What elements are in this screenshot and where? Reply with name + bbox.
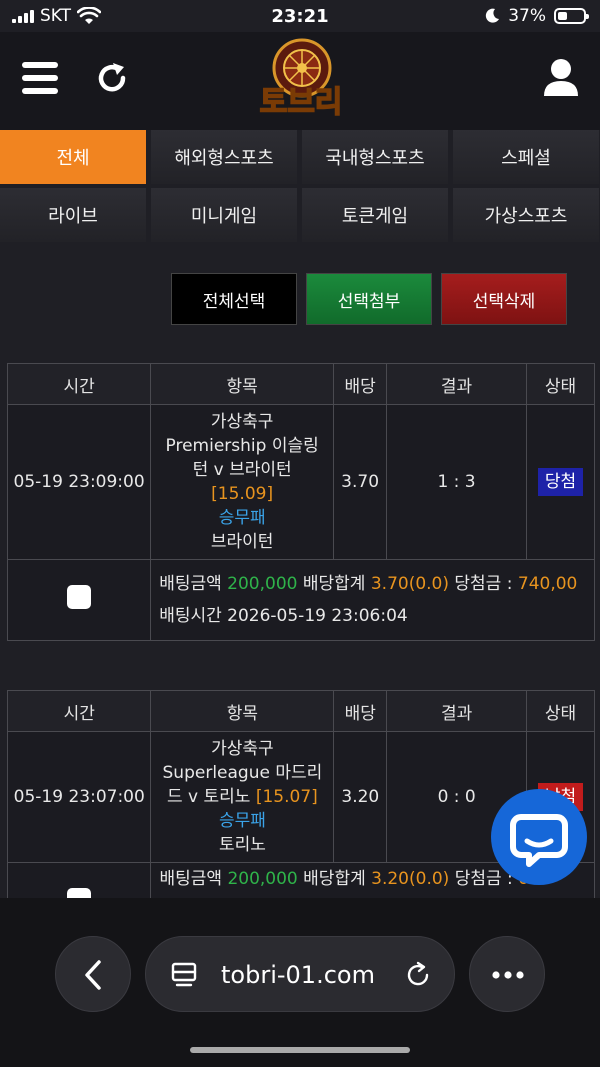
header-status: 상태: [526, 690, 595, 732]
page-menu-icon: [171, 962, 197, 987]
bet-amount: 200,000: [227, 574, 298, 594]
header-item: 항목: [150, 690, 335, 732]
site-logo[interactable]: 토브리: [242, 38, 360, 120]
tab-all[interactable]: 전체: [0, 130, 146, 184]
total-odds: 3.70(0.0): [370, 574, 449, 594]
total-odds: 3.20(0.0): [371, 869, 450, 889]
battery-percent: 37%: [508, 6, 546, 26]
round-number: [15.09]: [211, 484, 274, 504]
win-amount-label: 당첨금 :: [454, 574, 513, 594]
ellipsis-icon: [492, 971, 524, 979]
header-status: 상태: [525, 363, 596, 405]
battery-icon: [554, 8, 589, 24]
tab-virtual-sports[interactable]: 가상스포츠: [453, 188, 599, 242]
market-name: 승무패: [218, 508, 266, 528]
bet-item: 가상축구 Superleague 마드리 드 v 토리노 [15.07] 승무패…: [150, 731, 335, 863]
round-number: [15.07]: [255, 787, 318, 807]
tab-token-game[interactable]: 토큰게임: [302, 188, 448, 242]
header-result: 결과: [386, 690, 528, 732]
header-time: 시간: [6, 363, 152, 405]
header-item: 항목: [150, 363, 335, 405]
total-odds-label: 배당합계: [303, 869, 366, 889]
chat-button[interactable]: [491, 789, 587, 885]
more-button[interactable]: [469, 936, 545, 1012]
tab-overseas-sports[interactable]: 해외형스포츠: [151, 130, 297, 184]
pick-name: 토리노: [218, 835, 266, 855]
tab-domestic-sports[interactable]: 국내형스포츠: [302, 130, 448, 184]
moon-icon: [486, 8, 500, 23]
bet-select-cell: [6, 559, 152, 641]
delete-selected-button[interactable]: 선택삭제: [441, 273, 567, 325]
chevron-left-icon: [85, 960, 101, 990]
tab-minigame[interactable]: 미니게임: [151, 188, 297, 242]
pick-name: 브라이턴: [210, 532, 274, 552]
total-odds-label: 배당합계: [302, 574, 366, 594]
bet-checkbox[interactable]: [67, 584, 92, 609]
status-badge: 당첨: [537, 468, 584, 496]
bet-amount-label: 배팅금액: [159, 574, 222, 594]
bet-table: 시간 항목 배당 결과 상태 05-19 23:09:00 가상축구 Premi…: [6, 363, 596, 641]
match-line-1: Premiership 이슬링: [165, 436, 319, 456]
chat-bubble-icon: [510, 814, 568, 867]
header-odds: 배당: [333, 690, 388, 732]
header-result: 결과: [386, 363, 527, 405]
user-icon[interactable]: [544, 58, 578, 98]
reload-icon[interactable]: [404, 961, 432, 989]
bet-info: 배팅금액 200,000 배당합계 3.70(0.0) 당첨금 : 740,00…: [150, 559, 595, 641]
bet-time-label: 배팅시간: [159, 606, 222, 626]
sport-name: 가상축구: [211, 739, 274, 759]
bet-status: 당첨: [525, 404, 596, 560]
attach-selected-button[interactable]: 선택첨부: [306, 273, 432, 325]
market-name: 승무패: [218, 811, 266, 831]
sport-name: 가상축구: [210, 412, 274, 432]
address-bar[interactable]: tobri-01.com: [145, 936, 455, 1012]
site-header: 토브리: [0, 32, 600, 130]
match-line-2: 턴 v 브라이턴: [192, 460, 292, 480]
bet-placed-time: 2026-05-19 23:06:04: [227, 606, 408, 626]
status-bar: SKT 23:21 37%: [0, 0, 600, 32]
bet-amount-label: 배팅금액: [159, 869, 223, 889]
win-amount: 740,00: [517, 574, 578, 594]
bet-result: 1 : 3: [386, 404, 527, 560]
tab-special[interactable]: 스페셜: [453, 130, 599, 184]
svg-text:토브리: 토브리: [260, 85, 343, 120]
bet-time: 05-19 23:09:00: [6, 404, 152, 560]
match-line-1: Superleague 마드리: [162, 763, 323, 783]
header-odds: 배당: [333, 363, 388, 405]
back-button[interactable]: [55, 936, 131, 1012]
bet-item: 가상축구 Premiership 이슬링 턴 v 브라이턴 [15.09] 승무…: [150, 404, 335, 560]
bet-odds: 3.70: [333, 404, 388, 560]
header-time: 시간: [6, 690, 152, 732]
menu-icon[interactable]: [22, 62, 58, 94]
select-all-button[interactable]: 전체선택: [171, 273, 297, 325]
refresh-icon[interactable]: [94, 60, 130, 96]
bet-odds: 3.20: [333, 731, 388, 863]
bet-time: 05-19 23:07:00: [6, 731, 152, 863]
match-line-2: 드 v 토리노: [167, 787, 251, 807]
bet-amount: 200,000: [227, 869, 298, 889]
home-indicator: [190, 1047, 410, 1053]
url-text: tobri-01.com: [221, 961, 375, 989]
tab-live[interactable]: 라이브: [0, 188, 146, 242]
